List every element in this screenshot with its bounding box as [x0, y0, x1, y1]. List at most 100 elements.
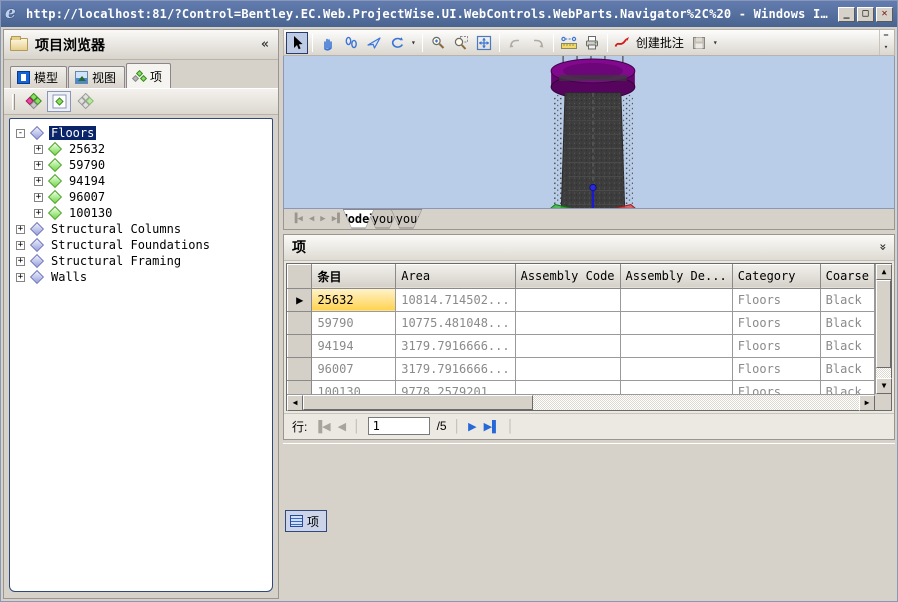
row-selector[interactable] [288, 334, 312, 357]
rotate-dropdown-caret[interactable]: ▾ [409, 38, 418, 47]
table-row-59790[interactable]: 5979010775.481048...FloorsBlack [288, 311, 875, 334]
current-row-input[interactable] [368, 417, 430, 435]
cell[interactable]: 94194 [312, 334, 396, 357]
highlight-items-button[interactable] [21, 91, 45, 112]
cell[interactable] [620, 288, 732, 311]
sheet-previous-button[interactable]: ◀ [309, 214, 314, 224]
next-page-button[interactable]: ▶ [468, 420, 476, 433]
tab-items[interactable]: 项 [126, 63, 171, 88]
table-row-96007[interactable]: 960073179.7916666...FloorsBlack [288, 357, 875, 380]
scroll-left-button[interactable]: ◀ [287, 395, 303, 411]
scroll-down-button[interactable]: ▼ [876, 378, 892, 394]
zoom-window-tool-button[interactable] [450, 32, 472, 54]
expand-node-icon[interactable]: + [34, 193, 43, 202]
cell[interactable]: Black [820, 334, 874, 357]
expand-node-icon[interactable]: + [16, 241, 25, 250]
cell[interactable] [515, 380, 620, 394]
create-markup-label[interactable]: 创建批注 [635, 34, 687, 51]
tree-item-label[interactable]: Structural Framing [49, 254, 183, 268]
maximize-button[interactable]: □ [857, 7, 874, 22]
view-next-button[interactable] [527, 32, 549, 54]
row-selector[interactable] [288, 357, 312, 380]
isolate-item-button[interactable] [47, 91, 71, 112]
tree-item-94194[interactable]: +94194 [16, 173, 270, 189]
row-selector[interactable] [288, 311, 312, 334]
cell[interactable] [620, 311, 732, 334]
vertical-scrollbar[interactable]: ▲ ▼ [875, 264, 891, 394]
cell[interactable]: Floors [732, 357, 820, 380]
measure-tool-button[interactable] [558, 32, 580, 54]
fly-tool-button[interactable] [363, 32, 385, 54]
cell[interactable]: Floors [732, 380, 820, 394]
horizontal-scroll-thumb[interactable] [303, 395, 533, 410]
sheet-last-button[interactable]: ▶▌ [332, 214, 343, 224]
cell[interactable]: 9778.2579201... [396, 380, 515, 394]
create-markup-button[interactable] [612, 32, 634, 54]
model-viewport[interactable] [283, 56, 895, 209]
expand-node-icon[interactable]: + [16, 225, 25, 234]
cell[interactable] [515, 334, 620, 357]
tree-item-96007[interactable]: +96007 [16, 189, 270, 205]
row-selector[interactable] [288, 380, 312, 394]
column-header-assembly-de-[interactable]: Assembly De... [620, 264, 732, 288]
expand-node-icon[interactable]: + [16, 257, 25, 266]
tree-item-structural-columns[interactable]: +Structural Columns [16, 221, 270, 237]
rotate-tool-button[interactable] [386, 32, 408, 54]
cell[interactable]: 59790 [312, 311, 396, 334]
pan-tool-button[interactable] [317, 32, 339, 54]
tree-item-walls[interactable]: + Walls [16, 269, 270, 285]
column-header-coarse[interactable]: Coarse [820, 264, 874, 288]
tab-view[interactable]: 视图 [68, 66, 125, 88]
expand-node-icon[interactable]: + [34, 177, 43, 186]
horizontal-scrollbar[interactable]: ◀ ▶ [287, 394, 875, 410]
column-header-条目[interactable]: 条目 [312, 264, 396, 288]
minimize-button[interactable]: _ [838, 7, 855, 22]
cell[interactable]: Floors [732, 288, 820, 311]
save-dropdown-caret[interactable]: ▾ [711, 38, 720, 47]
table-row-25632[interactable]: ▶2563210814.714502...FloorsBlack [288, 288, 875, 311]
zoom-tool-button[interactable] [427, 32, 449, 54]
scroll-right-button[interactable]: ▶ [859, 395, 875, 411]
expand-node-icon[interactable]: + [34, 145, 43, 154]
collapse-items-panel-button[interactable]: « [875, 243, 889, 250]
column-header-category[interactable]: Category [732, 264, 820, 288]
tree-item-label[interactable]: Structural Foundations [49, 238, 212, 252]
tree-item-label[interactable]: 94194 [67, 174, 107, 188]
tree-item-59790[interactable]: +59790 [16, 157, 270, 173]
tree-item-label[interactable]: 59790 [67, 158, 107, 172]
sheet-next-button[interactable]: ▶ [320, 214, 325, 224]
cell[interactable]: Black [820, 357, 874, 380]
cell[interactable] [515, 311, 620, 334]
tree-item-label[interactable]: 96007 [67, 190, 107, 204]
cell[interactable] [620, 334, 732, 357]
view-previous-button[interactable] [504, 32, 526, 54]
cell[interactable] [620, 357, 732, 380]
column-header-area[interactable]: Area [396, 264, 515, 288]
expand-node-icon[interactable]: + [16, 273, 25, 282]
cell[interactable]: Floors [732, 334, 820, 357]
tree-item-25632[interactable]: +25632 [16, 141, 270, 157]
cell[interactable]: Black [820, 288, 874, 311]
sheet-tab-layout2[interactable]: Layout2 [391, 209, 423, 229]
tree-item-label[interactable]: Floors [49, 126, 96, 140]
select-tool-button[interactable] [286, 32, 308, 54]
tree-item-structural-foundations[interactable]: + Structural Foundations [16, 237, 270, 253]
table-row-94194[interactable]: 941943179.7916666...FloorsBlack [288, 334, 875, 357]
collapse-node-icon[interactable]: - [16, 129, 25, 138]
cell[interactable]: 3179.7916666... [396, 357, 515, 380]
column-header-assembly-code[interactable]: Assembly Code [515, 264, 620, 288]
tree-item-label[interactable]: 25632 [67, 142, 107, 156]
tree-item-label[interactable]: Walls [49, 270, 89, 284]
cell[interactable]: 10775.481048... [396, 311, 515, 334]
previous-page-button[interactable]: ◀ [338, 420, 346, 433]
vertical-scroll-thumb[interactable] [876, 280, 891, 368]
tab-model[interactable]: 模型 [10, 66, 67, 88]
cell[interactable]: 10814.714502... [396, 288, 515, 311]
walk-tool-button[interactable] [340, 32, 362, 54]
cell[interactable] [620, 380, 732, 394]
tree-item-floors[interactable]: - Floors [16, 125, 270, 141]
tree-item-structural-framing[interactable]: + Structural Framing [16, 253, 270, 269]
cell[interactable]: 25632 [312, 288, 396, 311]
print-button[interactable] [581, 32, 603, 54]
table-row-100130[interactable]: 1001309778.2579201...FloorsBlack [288, 380, 875, 394]
